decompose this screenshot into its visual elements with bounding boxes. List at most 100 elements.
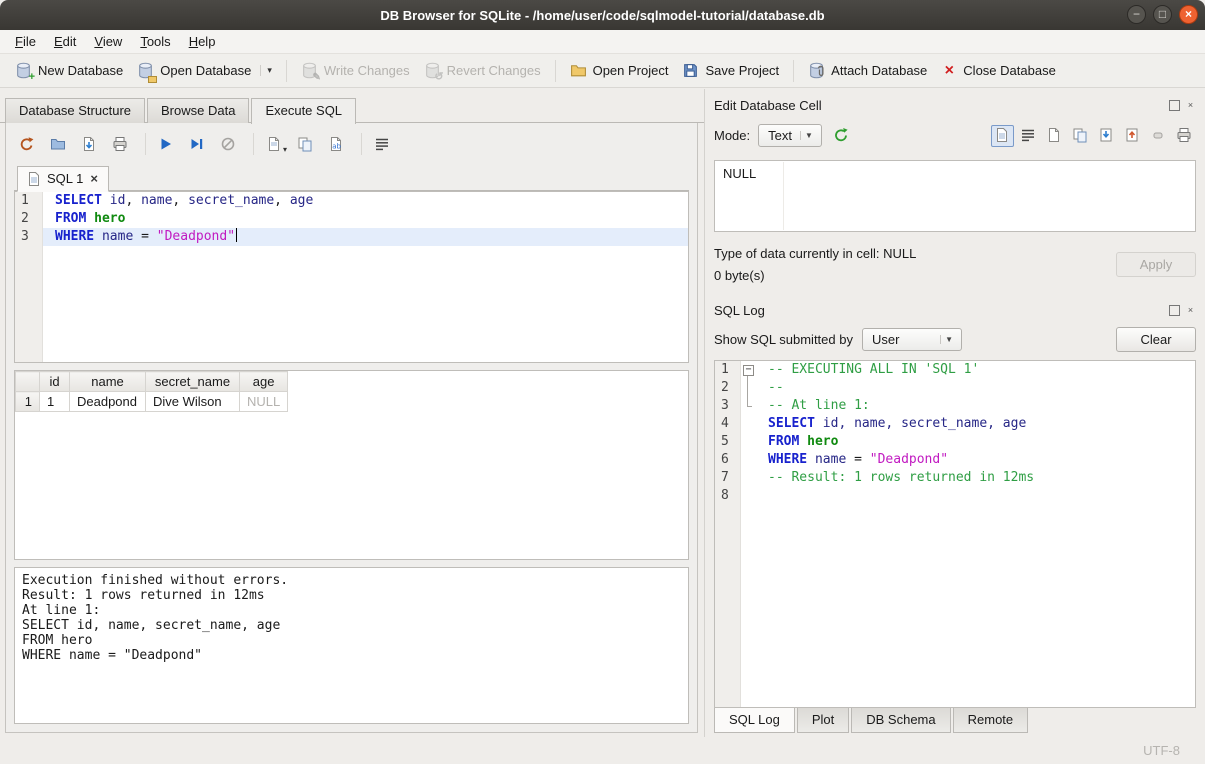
open-database-label: Open Database (160, 63, 251, 78)
tab-remote[interactable]: Remote (953, 708, 1029, 733)
revert-changes-label: Revert Changes (447, 63, 541, 78)
clear-log-button[interactable]: Clear (1116, 327, 1196, 352)
combo-arrow-icon: ▼ (940, 335, 957, 344)
sql-log-filter-row: Show SQL submitted by User ▼ Clear (714, 327, 1196, 352)
cell-content: NULL (723, 166, 756, 181)
text-doc-icon (994, 127, 1011, 144)
code-line: 2FROM hero (15, 210, 688, 228)
new-database-button[interactable]: + New Database (8, 58, 130, 83)
column-header-id[interactable]: id (40, 372, 70, 392)
text-view-button[interactable] (991, 125, 1014, 147)
open-project-button[interactable]: Open Project (563, 58, 676, 83)
print-sql-button[interactable] (107, 132, 133, 156)
close-database-button[interactable]: × Close Database (934, 59, 1063, 83)
open-database-icon (137, 62, 154, 79)
close-tab-icon[interactable]: × (90, 171, 98, 186)
row-number-header[interactable] (16, 372, 40, 392)
code-line: 2-- (715, 379, 1195, 397)
copy-icon (1072, 127, 1089, 144)
code-line: 7-- Result: 1 rows returned in 12ms (715, 469, 1195, 487)
set-null-button[interactable] (1147, 125, 1170, 147)
revert-changes-button[interactable]: ↺ Revert Changes (417, 58, 548, 83)
toolbar-separator (253, 133, 254, 155)
tab-execute-sql[interactable]: Execute SQL (251, 98, 356, 124)
write-changes-button[interactable]: ✎ Write Changes (294, 58, 417, 83)
cell-secret-name[interactable]: Dive Wilson (146, 392, 240, 412)
save-results-button[interactable]: ▾ (261, 132, 287, 156)
tab-browse-data[interactable]: Browse Data (147, 98, 249, 123)
maximize-button[interactable]: □ (1153, 5, 1172, 24)
column-header-age[interactable]: age (240, 372, 288, 392)
code-line: 8 (715, 487, 1195, 505)
menu-view[interactable]: View (85, 31, 131, 52)
main-tabbar: Database Structure Browse Data Execute S… (0, 98, 704, 123)
float-panel-icon[interactable] (1169, 100, 1180, 111)
row-number-cell[interactable]: 1 (16, 392, 40, 412)
open-sql-file-button[interactable] (45, 132, 71, 156)
sql-editor-tabbar: SQL 1 × (14, 164, 689, 191)
toolbar-separator (145, 133, 146, 155)
close-button[interactable]: × (1179, 5, 1198, 24)
open-database-button[interactable]: Open Database ▾ (130, 58, 279, 83)
execute-line-button[interactable] (184, 132, 210, 156)
null-icon (1150, 127, 1167, 144)
menu-tools[interactable]: Tools (131, 31, 179, 52)
cell-id[interactable]: 1 (40, 392, 70, 412)
edit-cell-toolbar: Mode: Text ▼ (714, 124, 1196, 147)
attach-database-button[interactable]: Attach Database (801, 58, 934, 83)
filter-label: Show SQL submitted by (714, 332, 853, 347)
apply-button[interactable]: Apply (1116, 252, 1196, 277)
cell-name[interactable]: Deadpond (70, 392, 146, 412)
copy-results-button[interactable] (292, 132, 318, 156)
submitted-by-value: User (872, 332, 932, 347)
column-header-name[interactable]: name (70, 372, 146, 392)
right-panel: Edit Database Cell × Mode: Text ▼ (704, 89, 1205, 737)
new-sql-tab-button[interactable] (14, 132, 40, 156)
column-header-secret-name[interactable]: secret_name (146, 372, 240, 392)
word-wrap-button[interactable] (369, 132, 395, 156)
execute-sql-pane: ▾ ab SQL 1 × 1SELECT id (5, 123, 698, 733)
save-project-icon (682, 62, 699, 79)
toolbar-separator (793, 60, 794, 82)
cell-editor[interactable]: NULL (714, 160, 1196, 232)
print-content-button[interactable] (1173, 125, 1196, 147)
float-panel-icon[interactable] (1169, 305, 1180, 316)
close-panel-icon[interactable]: × (1185, 305, 1196, 316)
menu-edit[interactable]: Edit (45, 31, 85, 52)
menu-help[interactable]: Help (180, 31, 225, 52)
encoding-indicator[interactable]: UTF-8 (1143, 743, 1180, 758)
new-content-button[interactable] (1043, 125, 1066, 147)
mode-combobox[interactable]: Text ▼ (758, 124, 822, 147)
tab-database-structure[interactable]: Database Structure (5, 98, 145, 123)
tab-plot[interactable]: Plot (797, 708, 849, 733)
cell-age-null[interactable]: NULL (240, 392, 288, 412)
menu-file[interactable]: File (6, 31, 45, 52)
submitted-by-combobox[interactable]: User ▼ (862, 328, 962, 351)
export-content-button[interactable] (1121, 125, 1144, 147)
close-panel-icon[interactable]: × (1185, 100, 1196, 111)
tab-sql-log[interactable]: SQL Log (714, 707, 795, 733)
sql-editor[interactable]: 1SELECT id, name, secret_name, age2FROM … (14, 191, 689, 363)
stop-execution-button[interactable] (215, 132, 241, 156)
import-content-button[interactable] (1095, 125, 1118, 147)
sql-toolbar: ▾ ab (14, 131, 689, 157)
tab-db-schema[interactable]: DB Schema (851, 708, 950, 733)
save-sql-file-button[interactable] (76, 132, 102, 156)
save-project-button[interactable]: Save Project (675, 58, 786, 83)
blank-doc-icon (1046, 127, 1063, 144)
sql-1-tab[interactable]: SQL 1 × (17, 166, 109, 192)
result-row: 1 1 Deadpond Dive Wilson NULL (16, 392, 288, 412)
execute-all-button[interactable] (153, 132, 179, 156)
dropdown-arrow-icon: ▾ (283, 145, 287, 154)
format-sql-button[interactable]: ab (323, 132, 349, 156)
justify-lines-icon (374, 136, 391, 153)
toolbar-separator (286, 60, 287, 82)
open-database-dropdown-arrow[interactable]: ▾ (260, 65, 272, 76)
combo-arrow-icon: ▼ (800, 131, 817, 140)
titlebar[interactable]: DB Browser for SQLite - /home/user/code/… (0, 0, 1205, 30)
auto-switch-mode-button[interactable] (830, 125, 853, 147)
binary-view-button[interactable] (1017, 125, 1040, 147)
printer-icon (112, 136, 129, 153)
minimize-button[interactable]: − (1127, 5, 1146, 24)
copy-content-button[interactable] (1069, 125, 1092, 147)
